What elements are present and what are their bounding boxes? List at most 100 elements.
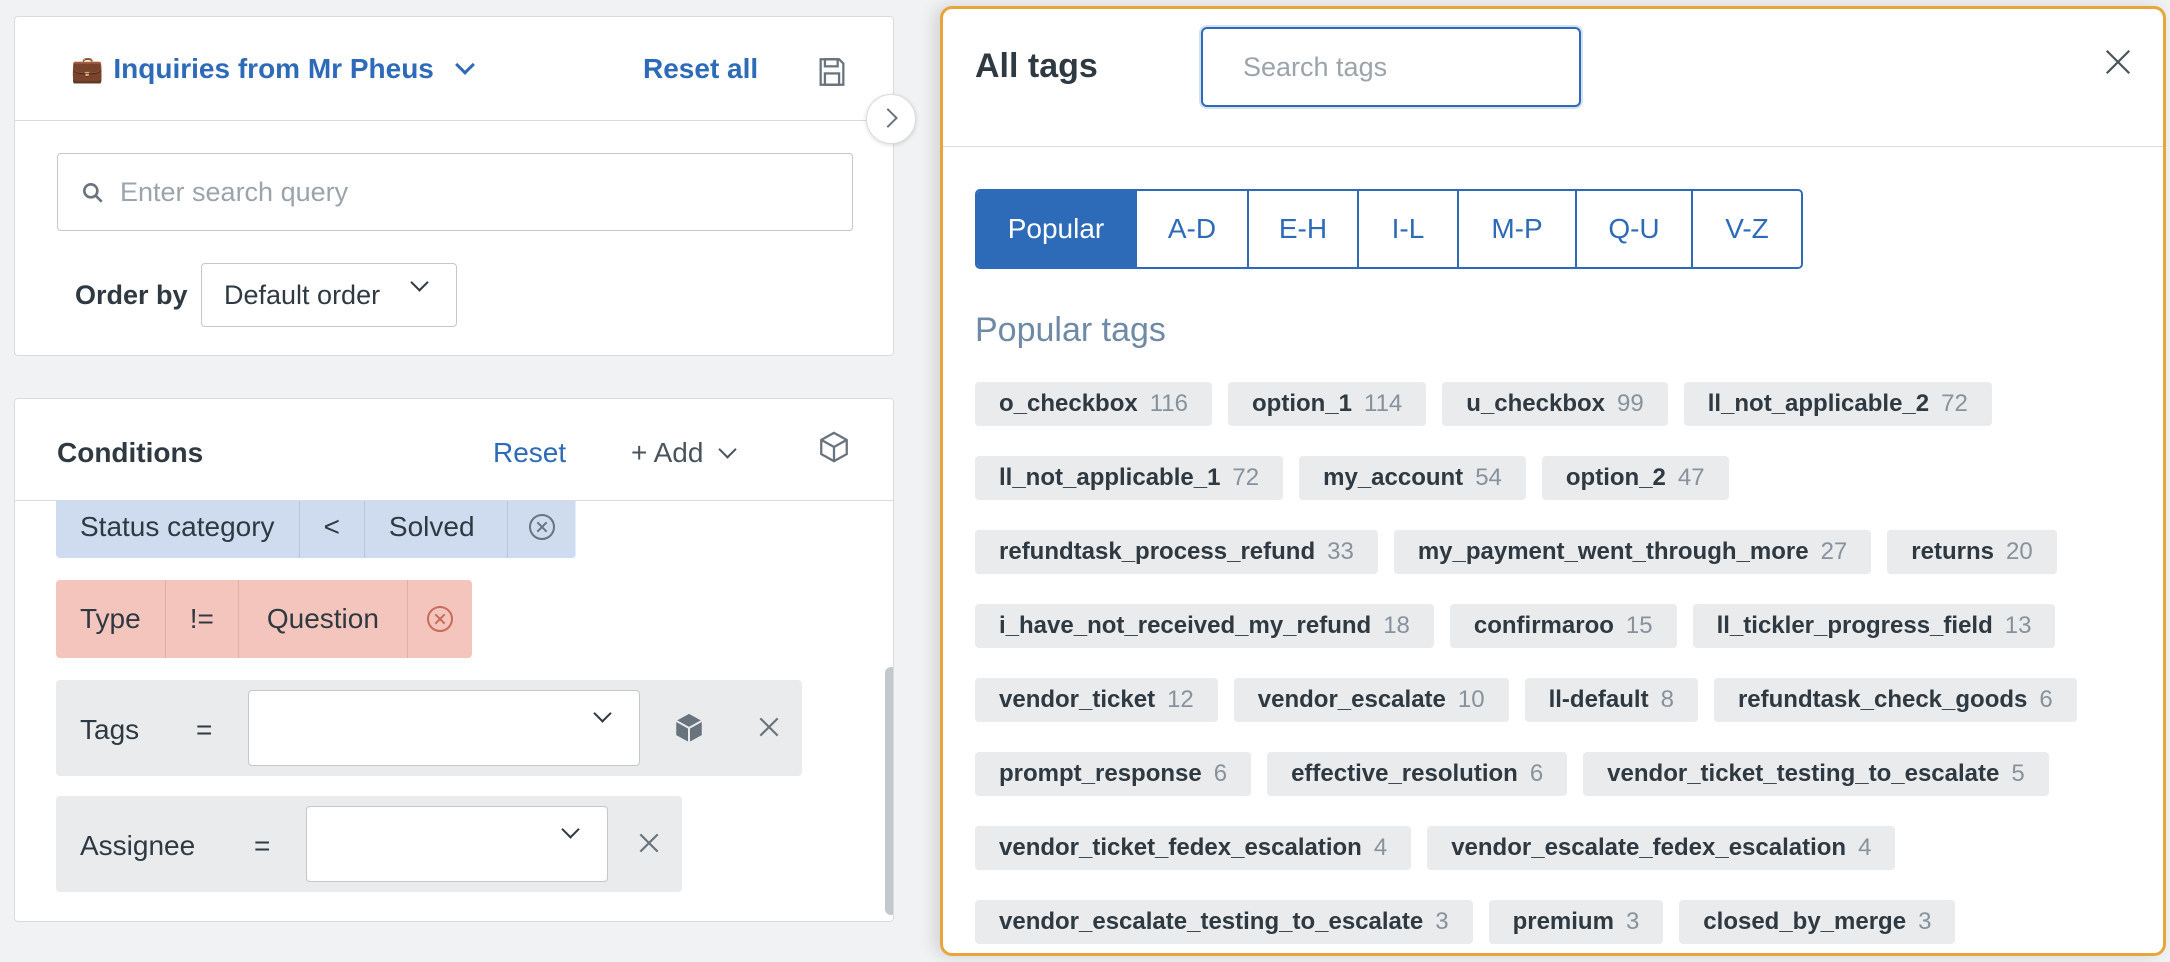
expand-panel-button[interactable] <box>866 94 916 144</box>
tab-a-d[interactable]: A-D <box>1137 191 1249 267</box>
tag-row: refundtask_process_refund 33 my_payment_w… <box>975 530 2057 574</box>
tab-e-h[interactable]: E-H <box>1249 191 1359 267</box>
close-circle-icon <box>528 514 555 540</box>
chip-operator: != <box>166 580 239 658</box>
search-query-input[interactable] <box>120 154 840 230</box>
tag-name: vendor_ticket_testing_to_escalate <box>1607 760 2000 787</box>
tag-row: prompt_response 6 effective_resolution 6 v… <box>975 752 2049 796</box>
close-circle-icon <box>426 606 453 632</box>
tag-item[interactable]: my_payment_went_through_more 27 <box>1393 530 1872 574</box>
conditions-header: Conditions Reset + Add <box>15 399 893 501</box>
tag-count: 116 <box>1149 390 1188 417</box>
tag-item[interactable]: closed_by_merge 3 <box>1679 900 1956 944</box>
save-icon[interactable] <box>815 55 849 89</box>
condition-chip-type[interactable]: Type != Question <box>56 580 472 658</box>
tag-name: closed_by_merge <box>1703 908 1907 935</box>
search-query-box <box>57 153 853 231</box>
order-by-select[interactable]: Default order <box>201 263 457 327</box>
tag-item[interactable]: my_account 54 <box>1299 456 1526 500</box>
cube-icon[interactable] <box>817 429 851 465</box>
tag-item[interactable]: prompt_response 6 <box>975 752 1252 796</box>
tag-item[interactable]: refundtask_process_refund 33 <box>975 530 1378 574</box>
tab-i-l[interactable]: I-L <box>1359 191 1459 267</box>
briefcase-icon: 💼 <box>71 53 104 84</box>
chevron-down-icon <box>593 704 612 723</box>
tag-item[interactable]: vendor_escalate_fedex_escalation 4 <box>1427 826 1896 870</box>
tab-q-u[interactable]: Q-U <box>1577 191 1693 267</box>
conditions-scrollbar-thumb[interactable] <box>885 667 893 915</box>
tag-item[interactable]: effective_resolution 6 <box>1267 752 1568 796</box>
view-title-dropdown[interactable]: 💼 Inquiries from Mr Pheus <box>71 53 475 85</box>
tag-name: option_1 <box>1252 390 1352 417</box>
tag-name: vendor_escalate_fedex_escalation <box>1451 834 1847 861</box>
tag-name: u_checkbox <box>1466 390 1605 417</box>
condition-field-label: Assignee <box>80 830 196 861</box>
tag-item[interactable]: ll_not_applicable_1 72 <box>975 456 1284 500</box>
remove-chip-button[interactable] <box>408 580 472 658</box>
tag-item[interactable]: vendor_ticket 12 <box>975 678 1218 722</box>
tab-popular[interactable]: Popular <box>977 191 1137 267</box>
tag-count: 13 <box>2004 612 2032 639</box>
condition-operator: = <box>196 714 213 745</box>
tag-count: 5 <box>2011 760 2025 787</box>
tag-count: 10 <box>1457 686 1485 713</box>
close-icon[interactable] <box>636 830 662 856</box>
tag-item[interactable]: ll-default 8 <box>1524 678 1698 722</box>
assignee-value-dropdown[interactable] <box>306 806 608 882</box>
tag-item[interactable]: premium 3 <box>1488 900 1664 944</box>
close-icon[interactable] <box>2103 47 2133 77</box>
tags-panel-header: All tags <box>943 9 2163 147</box>
tag-name: my_payment_went_through_more <box>1417 538 1809 565</box>
tag-count: 18 <box>1383 612 1410 639</box>
add-condition-button[interactable]: + Add <box>631 437 738 469</box>
close-icon[interactable] <box>756 714 782 740</box>
tag-item[interactable]: ll_not_applicable_2 72 <box>1683 382 1992 426</box>
tag-row: o_checkbox 116 option_1 114 u_checkbox 99 l… <box>975 382 1992 426</box>
tag-count: 4 <box>1373 834 1388 861</box>
tag-row: vendor_escalate_testing_to_escalate 3 pre… <box>975 900 1956 944</box>
tag-item[interactable]: confirmaroo 15 <box>1449 604 1677 648</box>
tag-item[interactable]: vendor_escalate_testing_to_escalate 3 <box>975 900 1473 944</box>
reset-all-button[interactable]: Reset all <box>643 53 758 85</box>
tag-count: 27 <box>1820 538 1848 565</box>
chevron-down-icon <box>718 439 738 459</box>
chevron-down-icon <box>410 273 429 292</box>
tag-item[interactable]: o_checkbox 116 <box>975 382 1212 426</box>
tag-count: 72 <box>1232 464 1260 491</box>
cube-filled-icon[interactable] <box>672 710 706 746</box>
chevron-down-icon <box>561 820 580 839</box>
tag-item[interactable]: i_have_not_received_my_refund 18 <box>975 604 1434 648</box>
tab-v-z[interactable]: V-Z <box>1693 191 1801 267</box>
condition-row-tags: Tags = <box>56 680 802 776</box>
tag-item[interactable]: option_2 47 <box>1541 456 1729 500</box>
tags-value-dropdown[interactable] <box>248 690 640 766</box>
tags-search-input[interactable] <box>1203 29 1579 105</box>
tag-count: 4 <box>1858 834 1872 861</box>
chevron-right-icon <box>878 108 898 128</box>
chip-field: Type <box>56 580 166 658</box>
tag-item[interactable]: returns 20 <box>1887 530 2057 574</box>
tag-name: ll_tickler_progress_field <box>1716 612 1993 639</box>
tag-name: premium <box>1512 908 1614 935</box>
order-by-value: Default order <box>224 279 381 310</box>
tag-name: refundtask_process_refund <box>999 538 1316 565</box>
tag-item[interactable]: refundtask_check_goods 6 <box>1713 678 2077 722</box>
condition-row-assignee: Assignee = <box>56 796 682 892</box>
condition-field-label: Tags <box>80 714 140 745</box>
tag-item[interactable]: vendor_ticket_fedex_escalation 4 <box>975 826 1412 870</box>
tag-item[interactable]: option_1 114 <box>1228 382 1427 426</box>
tag-item[interactable]: vendor_ticket_testing_to_escalate 5 <box>1583 752 2049 796</box>
tag-item[interactable]: ll_tickler_progress_field 13 <box>1692 604 2056 648</box>
tag-name: i_have_not_received_my_refund <box>999 612 1372 639</box>
tag-count: 6 <box>1529 760 1544 787</box>
conditions-reset-button[interactable]: Reset <box>493 437 566 469</box>
tag-row: vendor_ticket 12 vendor_escalate 10 ll-def… <box>975 678 2077 722</box>
tag-item[interactable]: u_checkbox 99 <box>1442 382 1668 426</box>
chip-value: Question <box>239 580 408 658</box>
tab-m-p[interactable]: M-P <box>1459 191 1577 267</box>
tag-row: vendor_ticket_fedex_escalation 4 vendor_e… <box>975 826 1896 870</box>
tag-item[interactable]: vendor_escalate 10 <box>1233 678 1509 722</box>
tag-name: my_account <box>1323 464 1464 491</box>
tag-name: o_checkbox <box>999 390 1138 417</box>
view-title: Inquiries from Mr Pheus <box>113 53 434 84</box>
